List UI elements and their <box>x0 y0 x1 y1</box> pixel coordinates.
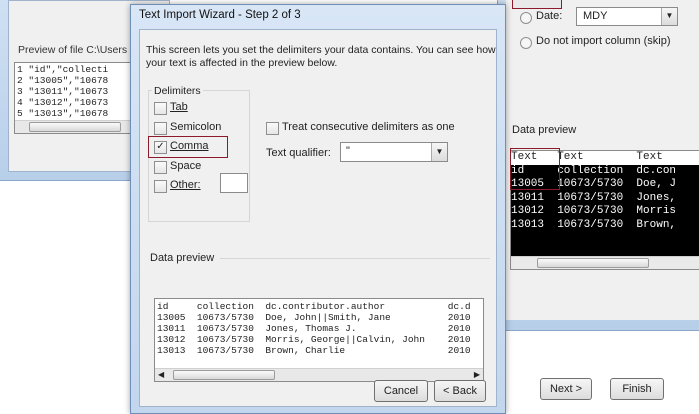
preview-row: id collection dc.contributor.author dc.d <box>157 301 471 312</box>
space-checkbox[interactable] <box>154 161 167 174</box>
step3-grid-scrollbar[interactable] <box>511 256 699 269</box>
background-wizard-window: Preview of file C:\Users 1 "id","collect… <box>0 0 170 181</box>
cancel-button[interactable]: Cancel <box>374 380 428 402</box>
grid-row: 13012 10673/5730 Morris <box>511 205 677 217</box>
tab-label: Tab <box>170 101 188 113</box>
data-preview-box[interactable]: id collection dc.contributor.author dc.d… <box>154 298 484 382</box>
semicolon-label: Semicolon <box>170 121 222 133</box>
preview-row: 13011 10673/5730 Jones, Thomas J. 2010 <box>157 323 471 334</box>
other-delimiter-input[interactable] <box>220 173 248 193</box>
date-format-select[interactable]: MDY ▼ <box>576 7 678 26</box>
scroll-thumb[interactable] <box>173 370 275 380</box>
scroll-thumb[interactable] <box>537 258 649 268</box>
text-qualifier-label: Text qualifier: <box>266 147 331 159</box>
finish-button[interactable]: Finish <box>610 378 664 400</box>
text-qualifier-value: " <box>346 145 350 157</box>
preview-row: 13005 10673/5730 Doe, John||Smith, Jane … <box>157 312 471 323</box>
skip-column-radio[interactable] <box>520 37 532 49</box>
scroll-thumb[interactable] <box>29 122 121 132</box>
comma-label: Comma <box>170 140 209 152</box>
file-preview-line: 4 "13012","10673 <box>17 97 109 108</box>
dialog-title: Text Import Wizard - Step 2 of 3 <box>139 9 301 21</box>
grid-row: 13011 10673/5730 Jones, <box>511 191 677 204</box>
file-preview-line: 1 "id","collecti <box>17 64 109 75</box>
text-import-wizard-dialog: Text Import Wizard - Step 2 of 3 This sc… <box>130 4 506 414</box>
intro-text: This screen lets you set the delimiters … <box>146 44 496 69</box>
column-format-highlight <box>512 0 562 9</box>
preview-row: 13013 10673/5730 Brown, Charlie 2010 <box>157 345 471 356</box>
file-preview-scrollbar[interactable] <box>15 120 145 133</box>
file-preview-box[interactable]: 1 "id","collecti 2 "13005","10678 3 "130… <box>14 62 146 134</box>
text-qualifier-select[interactable]: " ▼ <box>340 142 448 162</box>
chevron-down-icon[interactable]: ▼ <box>661 8 677 25</box>
tab-checkbox[interactable] <box>154 102 167 115</box>
preview-row: 13012 10673/5730 Morris, George||Calvin,… <box>157 334 471 345</box>
file-preview-line: 5 "13013","10678 <box>17 108 109 119</box>
step3-data-preview-label: Data preview <box>512 124 577 136</box>
semicolon-checkbox[interactable] <box>154 122 167 135</box>
data-preview-label: Data preview <box>150 252 215 264</box>
date-radio[interactable] <box>520 12 532 24</box>
file-preview-line: 2 "13005","10678 <box>17 75 109 86</box>
other-checkbox[interactable] <box>154 180 167 193</box>
date-format-value: MDY <box>583 10 608 22</box>
chevron-down-icon[interactable]: ▼ <box>431 143 447 161</box>
preview-file-label: Preview of file C:\Users <box>18 44 128 56</box>
treat-consecutive-label: Treat consecutive delimiters as one <box>282 121 455 133</box>
treat-consecutive-checkbox[interactable] <box>266 122 279 135</box>
comma-checkbox[interactable]: ✓ <box>154 141 167 154</box>
back-button[interactable]: < Back <box>434 380 486 402</box>
skip-column-label: Do not import column (skip) <box>536 35 671 47</box>
scroll-right-icon[interactable]: ▶ <box>474 370 480 379</box>
column-header-highlight <box>510 148 560 190</box>
preview-divider <box>220 258 490 259</box>
dialog-client: This screen lets you set the delimiters … <box>139 29 497 407</box>
space-label: Space <box>170 160 202 172</box>
date-label: Date: <box>536 10 563 22</box>
delimiters-label: Delimiters <box>152 85 203 97</box>
other-label: Other: <box>170 179 201 191</box>
next-button[interactable]: Next > <box>540 378 592 400</box>
grid-row: 13013 10673/5730 Brown, <box>511 218 677 231</box>
file-preview-line: 3 "13011","10673 <box>17 86 109 97</box>
scroll-left-icon[interactable]: ◀ <box>158 370 164 379</box>
data-preview-scrollbar[interactable]: ◀ ▶ <box>155 368 483 381</box>
